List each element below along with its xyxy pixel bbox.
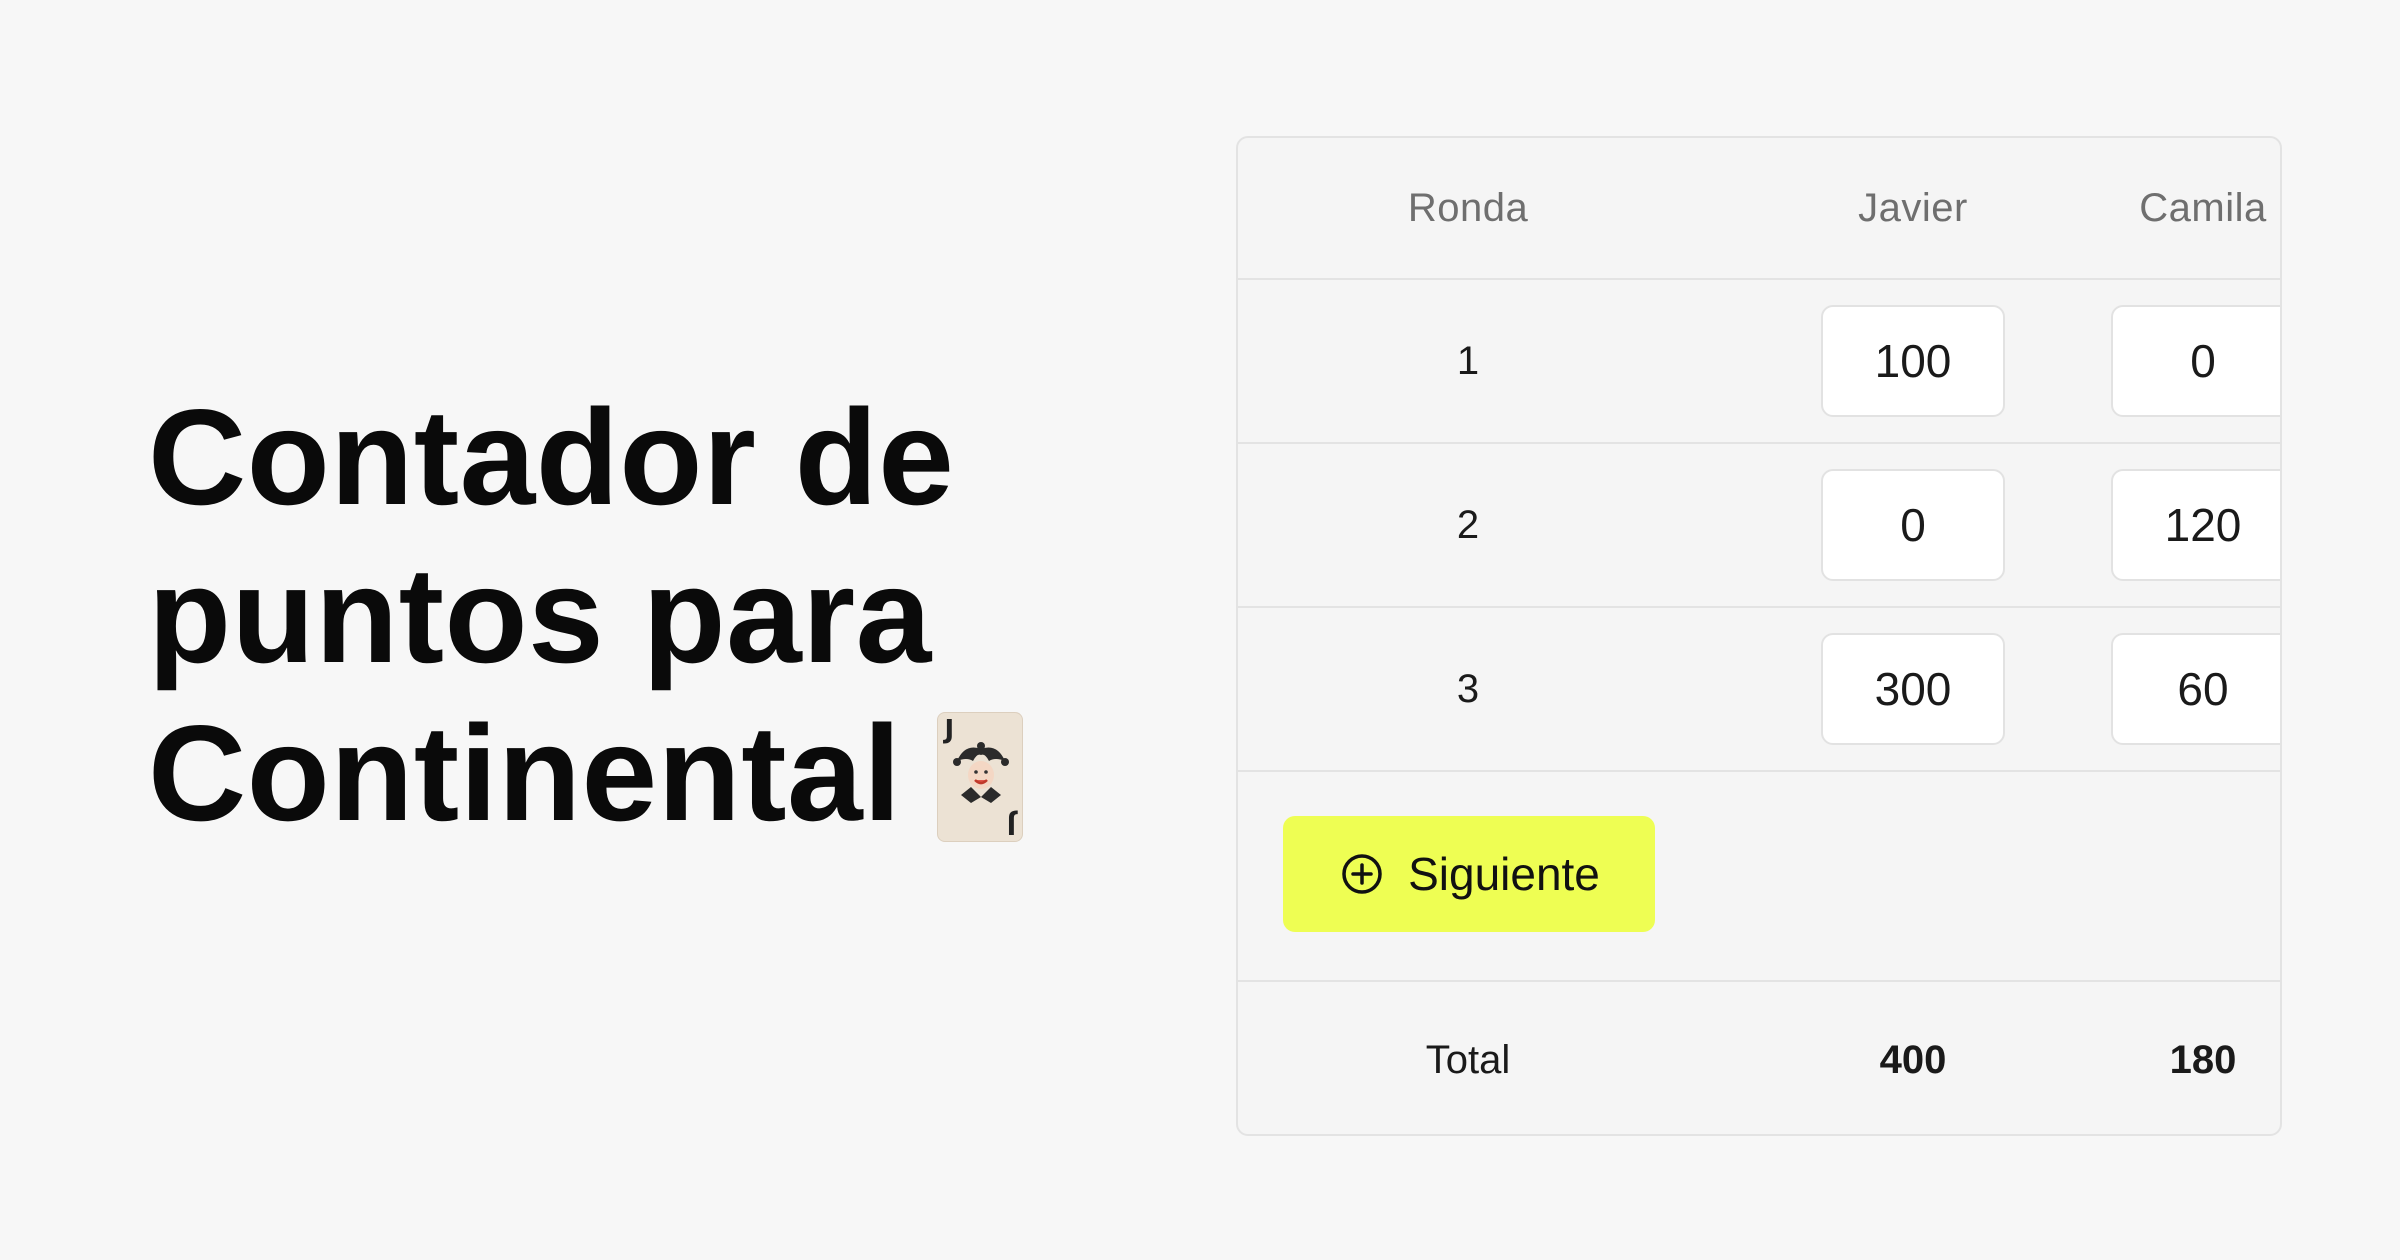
score-table: Ronda Javier Camila 1 2 3 Siguiente Tota… [1236, 136, 2282, 1136]
header-player-javier: Javier [1858, 185, 1968, 230]
round-number: 3 [1456, 666, 1480, 711]
total-camila: 180 [2169, 1037, 2237, 1082]
total-javier: 400 [1879, 1037, 1947, 1082]
header-round: Ronda [1407, 185, 1529, 230]
table-row: 3 [1238, 608, 2280, 772]
header-player-camila: Camila [2139, 185, 2267, 230]
score-input-camila-round-1[interactable] [2111, 305, 2280, 417]
total-label: Total [1425, 1037, 1511, 1082]
score-input-javier-round-1[interactable] [1821, 305, 2005, 417]
next-round-button[interactable]: Siguiente [1283, 816, 1655, 932]
score-input-camila-round-3[interactable] [2111, 633, 2280, 745]
table-header-row: Ronda Javier Camila [1238, 138, 2280, 280]
card-rank-bottom: J [1006, 809, 1017, 840]
plus-circle-icon [1342, 854, 1382, 894]
next-button-label: Siguiente [1408, 848, 1600, 900]
jester-icon [953, 742, 1010, 804]
score-input-camila-round-2[interactable] [2111, 469, 2280, 581]
title-line-1: Contador de [148, 381, 955, 533]
title-line-3-text: Continental [148, 697, 902, 849]
total-row: Total 400 180 [1238, 982, 2280, 1134]
table-row: 1 [1238, 280, 2280, 444]
joker-card-icon: J J [937, 712, 1024, 843]
score-input-javier-round-3[interactable] [1821, 633, 2005, 745]
action-row: Siguiente [1238, 772, 2280, 982]
round-number: 1 [1456, 338, 1480, 383]
round-number: 2 [1456, 502, 1480, 547]
table-row: 2 [1238, 444, 2280, 608]
page-title: Contador de puntos para Continental J J [148, 378, 1108, 852]
title-line-2: puntos para [148, 539, 932, 691]
title-line-3: Continental J J [148, 694, 1108, 852]
score-input-javier-round-2[interactable] [1821, 469, 2005, 581]
